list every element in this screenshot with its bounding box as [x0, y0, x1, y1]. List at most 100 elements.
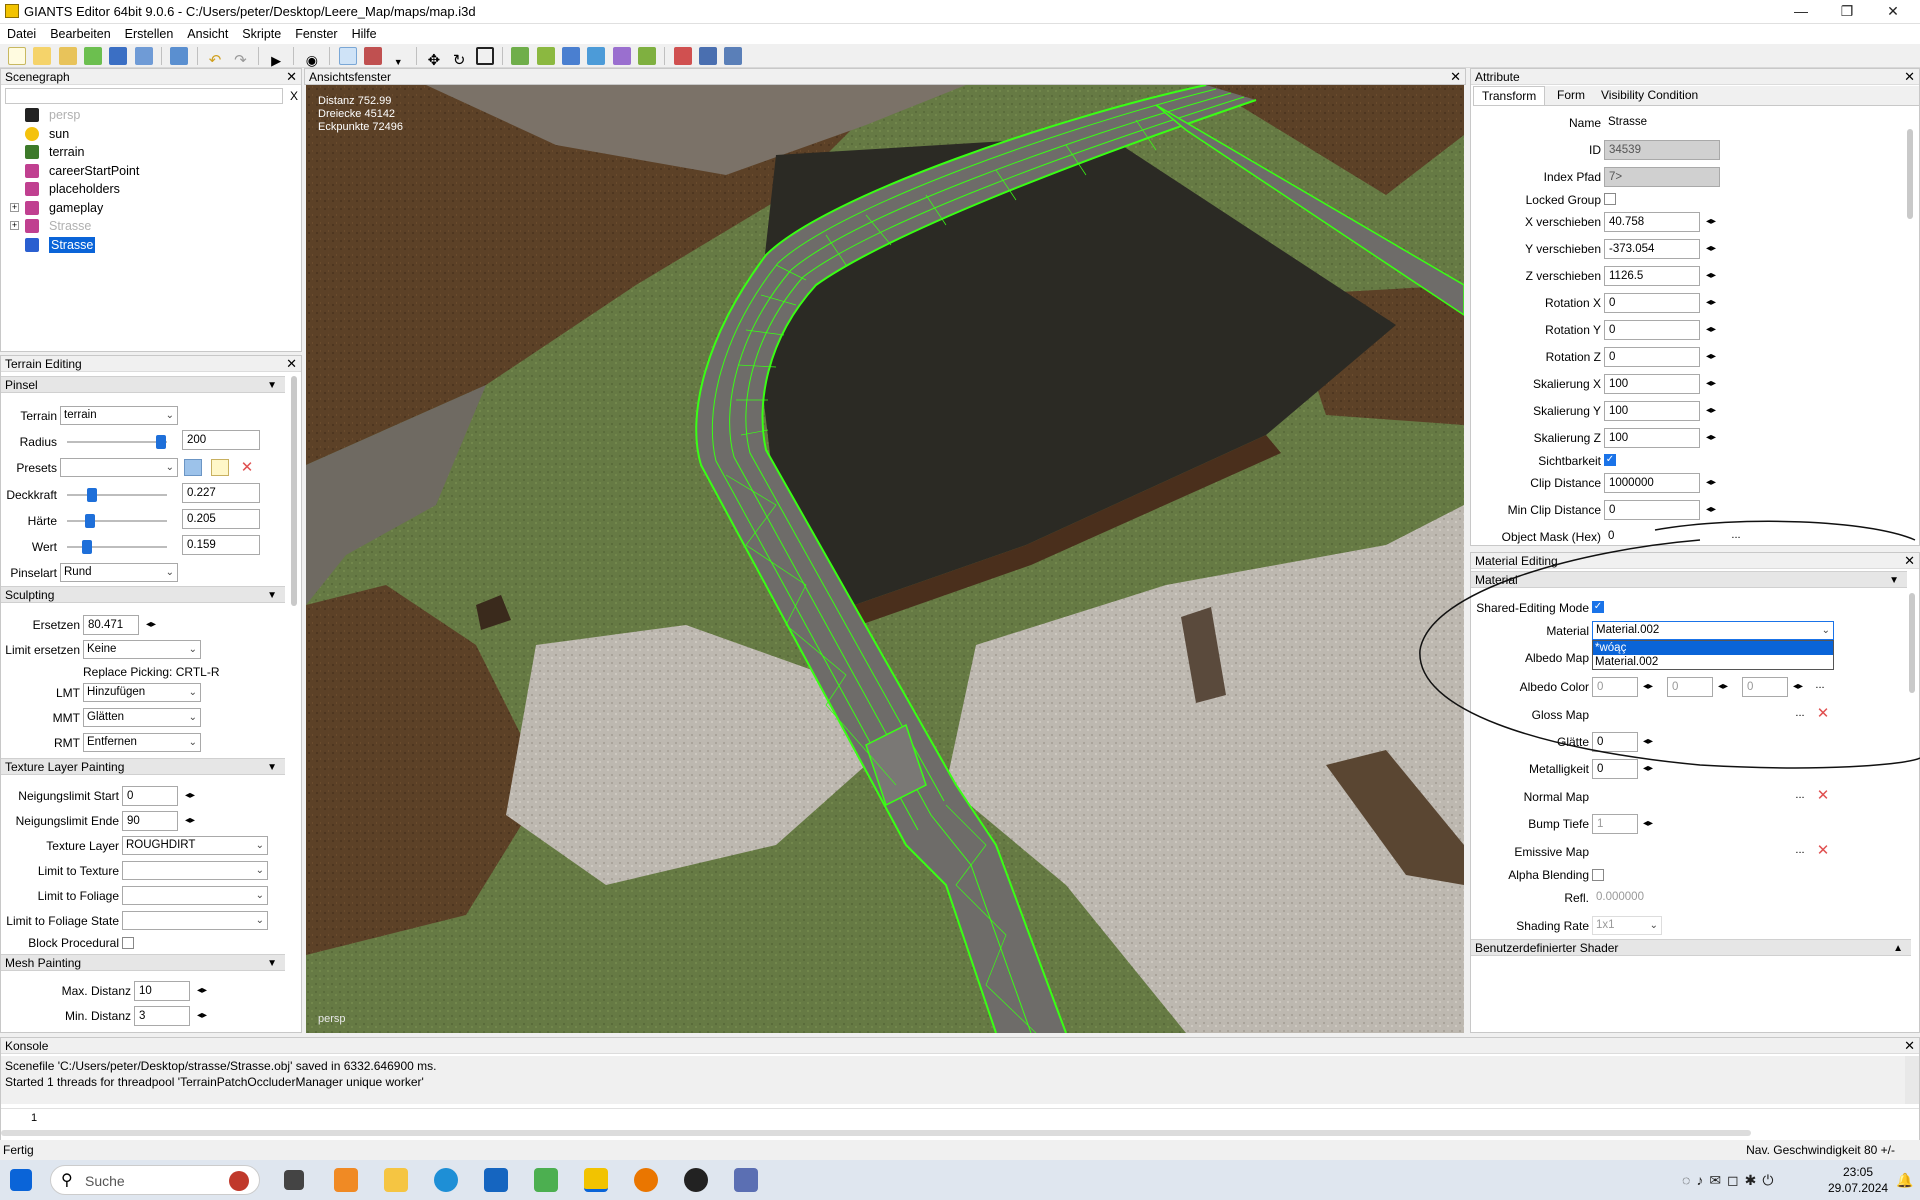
shared-editing-checkbox[interactable]: ✓ — [1592, 601, 1604, 613]
texture-layer-select[interactable]: ROUGHDIRT ⌄ — [122, 836, 268, 855]
radius-slider-handle[interactable] — [156, 435, 166, 449]
bump-tiefe-input[interactable]: 1 — [1592, 814, 1638, 834]
material-option[interactable]: Material.002 — [1593, 655, 1833, 669]
limit-to-foliage-select[interactable]: ⌄ — [122, 886, 268, 905]
pinsel-section-header[interactable]: Pinsel ▼ — [1, 376, 285, 393]
limit-ersetzen-select[interactable]: Keine ⌄ — [83, 640, 201, 659]
y-verschieben-input[interactable]: -373.054 — [1604, 239, 1700, 259]
object-mask-browse-button[interactable]: ... — [1727, 528, 1745, 545]
rotation-z-input[interactable]: 0 — [1604, 347, 1700, 367]
scenegraph-node[interactable]: gameplay — [49, 200, 103, 216]
locked-group-checkbox[interactable] — [1604, 193, 1616, 205]
deckkraft-slider[interactable] — [67, 494, 167, 496]
block-procedural-checkbox[interactable] — [122, 937, 134, 949]
refresh-icon[interactable] — [84, 47, 103, 65]
settings-gear-icon[interactable] — [724, 47, 743, 65]
radius-slider[interactable] — [67, 441, 167, 443]
expand-toggle-icon[interactable]: + — [10, 221, 19, 230]
haerte-slider-handle[interactable] — [85, 514, 95, 528]
paint-icon[interactable] — [363, 47, 382, 65]
terrain-select[interactable]: terrain ⌄ — [60, 406, 178, 425]
neigungslimit-ende-input[interactable]: 90 — [122, 811, 178, 831]
scenegraph-node[interactable]: placeholders — [49, 181, 120, 197]
open-folder-icon[interactable] — [33, 47, 52, 65]
skalierung-y-stepper-icon[interactable]: ◂▸ — [1703, 401, 1719, 421]
save-icon[interactable] — [109, 47, 128, 65]
min-distanz-input[interactable]: 3 — [134, 1006, 190, 1026]
clock[interactable]: 23:05 29.07.2024 — [1828, 1164, 1888, 1196]
taskbar-app-icon[interactable] — [334, 1168, 358, 1192]
task-view-icon[interactable] — [284, 1170, 304, 1190]
tool-a-icon[interactable] — [511, 47, 530, 65]
menu-datei[interactable]: Datei — [0, 24, 43, 44]
rmt-select[interactable]: Entfernen ⌄ — [83, 733, 201, 752]
attribute-scrollbar[interactable] — [1907, 129, 1913, 219]
preset-new-icon[interactable] — [211, 459, 229, 476]
y-verschieben-stepper-icon[interactable]: ◂▸ — [1703, 239, 1719, 259]
tool-f-icon[interactable] — [637, 47, 656, 65]
emissive-map-clear-icon[interactable]: ✕ — [1815, 843, 1831, 859]
tool-b-icon[interactable] — [536, 47, 555, 65]
glaette-input[interactable]: 0 — [1592, 732, 1638, 752]
material-editing-close-icon[interactable]: ✕ — [1904, 553, 1915, 569]
system-tray-icons[interactable]: ◌♪✉◻✱⏻ — [1682, 1172, 1800, 1190]
taskbar-tool-icon[interactable] — [734, 1168, 758, 1192]
rotation-y-stepper-icon[interactable]: ◂▸ — [1703, 320, 1719, 340]
emissive-map-browse-button[interactable]: ... — [1791, 843, 1809, 861]
giants-editor-taskbar-icon[interactable] — [584, 1168, 608, 1192]
rotation-x-input[interactable]: 0 — [1604, 293, 1700, 313]
blender-icon[interactable] — [634, 1168, 658, 1192]
skalierung-z-stepper-icon[interactable]: ◂▸ — [1703, 428, 1719, 448]
menu-skripte[interactable]: Skripte — [235, 24, 288, 44]
preset-delete-icon[interactable]: ✕ — [239, 460, 255, 476]
pinselart-select[interactable]: Rund ⌄ — [60, 563, 178, 582]
clip-distance-stepper-icon[interactable]: ◂▸ — [1703, 473, 1719, 493]
texture-layer-section-header[interactable]: Texture Layer Painting ▼ — [1, 758, 285, 775]
name-input[interactable]: Strasse — [1604, 113, 1720, 133]
haerte-slider[interactable] — [67, 520, 167, 522]
material-section-header[interactable]: Material ▼ — [1471, 571, 1907, 588]
wert-slider-handle[interactable] — [82, 540, 92, 554]
scenegraph-filter-input[interactable] — [5, 88, 283, 104]
mmt-select[interactable]: Glätten ⌄ — [83, 708, 201, 727]
sculpting-section-header[interactable]: Sculpting ▼ — [1, 586, 285, 603]
x-verschieben-stepper-icon[interactable]: ◂▸ — [1703, 212, 1719, 232]
min-clip-distance-input[interactable]: 0 — [1604, 500, 1700, 520]
save-as-icon[interactable] — [134, 47, 153, 65]
custom-shader-section-header[interactable]: Benutzerdefinierter Shader ▲ — [1471, 939, 1911, 956]
scenegraph-node[interactable]: careerStartPoint — [49, 163, 139, 179]
preset-save-icon[interactable] — [184, 459, 202, 476]
metalligkeit-stepper-icon[interactable]: ◂▸ — [1640, 759, 1656, 779]
skalierung-y-input[interactable]: 100 — [1604, 401, 1700, 421]
min-clip-distance-stepper-icon[interactable]: ◂▸ — [1703, 500, 1719, 520]
bump-tiefe-stepper-icon[interactable]: ◂▸ — [1640, 814, 1656, 834]
albedo-color-b-input[interactable]: 0 — [1742, 677, 1788, 697]
albedo-g-stepper-icon[interactable]: ◂▸ — [1715, 677, 1731, 697]
albedo-r-stepper-icon[interactable]: ◂▸ — [1640, 677, 1656, 697]
menu-erstellen[interactable]: Erstellen — [118, 24, 181, 44]
eye-icon[interactable]: ◉ — [303, 51, 321, 69]
scenegraph-node[interactable]: Strasse — [49, 218, 91, 234]
presets-select[interactable]: ⌄ — [60, 458, 178, 477]
tool-g-icon[interactable] — [673, 47, 692, 65]
max-distanz-stepper-icon[interactable]: ◂▸ — [194, 981, 210, 1001]
neigungslimit-start-input[interactable]: 0 — [122, 786, 178, 806]
scenegraph-node[interactable]: terrain — [49, 144, 84, 160]
console-close-icon[interactable]: ✕ — [1904, 1038, 1915, 1054]
deckkraft-slider-handle[interactable] — [87, 488, 97, 502]
x-verschieben-input[interactable]: 40.758 — [1604, 212, 1700, 232]
ersetzen-stepper-icon[interactable]: ◂▸ — [143, 615, 159, 635]
tool-e-icon[interactable] — [612, 47, 631, 65]
viewport-close-icon[interactable]: ✕ — [1450, 69, 1461, 85]
neigungslimit-ende-stepper-icon[interactable]: ◂▸ — [182, 811, 198, 831]
wert-input[interactable]: 0.159 — [182, 535, 260, 555]
file-explorer-icon[interactable] — [384, 1168, 408, 1192]
metalligkeit-input[interactable]: 0 — [1592, 759, 1638, 779]
import-icon[interactable] — [58, 47, 77, 65]
material-select[interactable]: Material.002 ⌄ — [1592, 621, 1834, 640]
material-scrollbar[interactable] — [1909, 593, 1915, 693]
tab-form[interactable]: Form — [1549, 88, 1593, 102]
deckkraft-input[interactable]: 0.227 — [182, 483, 260, 503]
scenegraph-close-icon[interactable]: ✕ — [286, 69, 297, 85]
outlook-icon[interactable] — [484, 1168, 508, 1192]
